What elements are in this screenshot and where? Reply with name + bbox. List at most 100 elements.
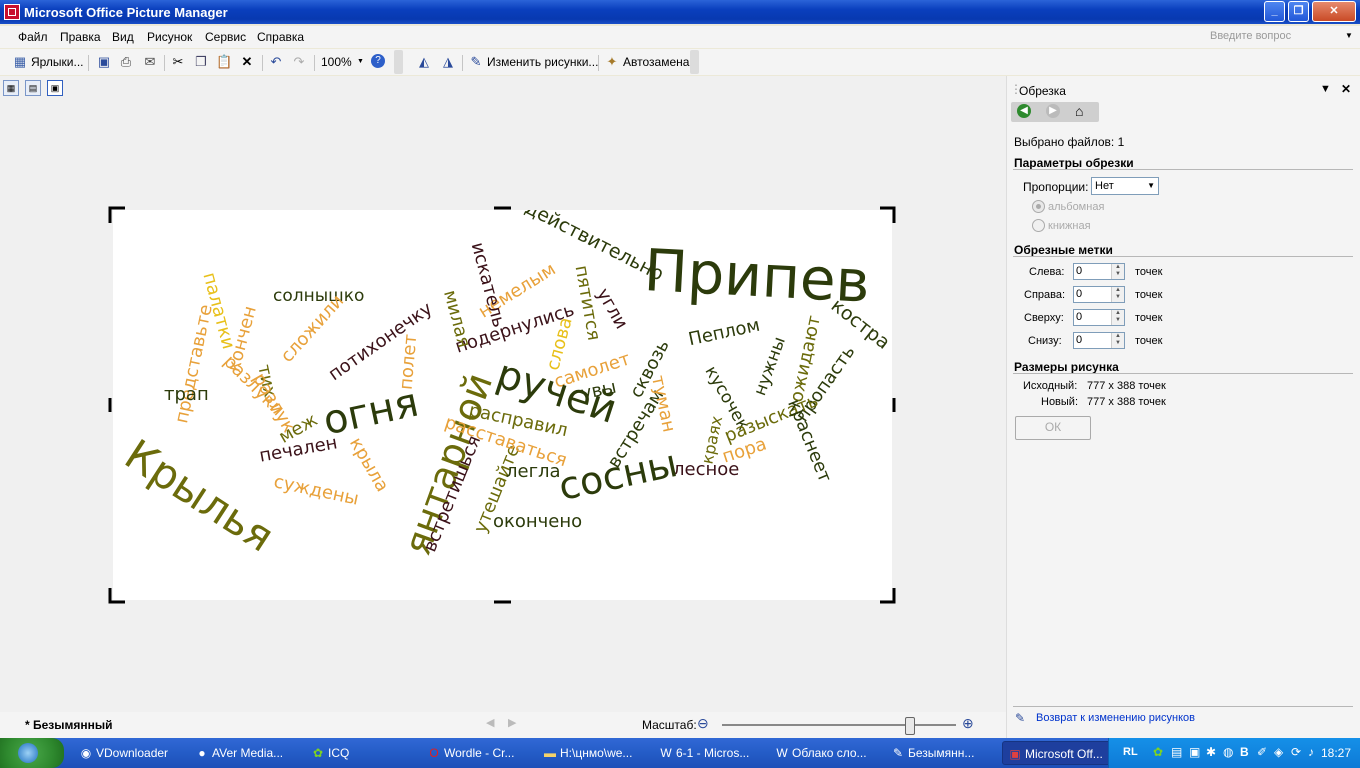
proportions-label: Пропорции: bbox=[1023, 180, 1089, 194]
menu-file[interactable]: Файл bbox=[18, 30, 48, 44]
word-icon: W bbox=[660, 746, 672, 760]
shortcuts-button[interactable]: Ярлыки... bbox=[31, 55, 84, 73]
taskbar-icq[interactable]: ✿ ICQ bbox=[306, 741, 418, 765]
taskbar-folder[interactable]: ▬ H:\цнмо\we... bbox=[538, 741, 650, 765]
menu-edit[interactable]: Правка bbox=[60, 30, 101, 44]
rotate-right-icon[interactable]: ◮ bbox=[440, 54, 456, 70]
bluetooth-icon[interactable]: ✱ bbox=[1206, 745, 1216, 759]
monitor-icon[interactable]: ▣ bbox=[1189, 745, 1200, 759]
right-input[interactable]: 0 ▲ ▼ bbox=[1073, 286, 1125, 303]
task-pane-menu-icon[interactable]: ▼ bbox=[1320, 83, 1331, 95]
zoom-select[interactable]: 100% bbox=[321, 55, 352, 73]
thumbnail-view-icon[interactable]: ▦ bbox=[3, 80, 19, 96]
ok-button[interactable]: ОК bbox=[1015, 416, 1091, 440]
cut-icon[interactable]: ✂ bbox=[170, 54, 186, 70]
menu-tools[interactable]: Сервис bbox=[205, 30, 246, 44]
rotate-left-icon[interactable]: ◭ bbox=[416, 54, 432, 70]
prev-arrow-icon[interactable]: ◀ bbox=[486, 716, 494, 729]
back-icon[interactable]: ◀ bbox=[1017, 104, 1031, 118]
next-arrow-icon[interactable]: ▶ bbox=[508, 716, 516, 729]
volume-icon[interactable]: ♪ bbox=[1308, 745, 1314, 759]
print-icon[interactable]: ⎙ bbox=[118, 54, 134, 70]
left-input[interactable]: 0 ▲ ▼ bbox=[1073, 263, 1125, 280]
crop-handle-top-left bbox=[108, 206, 125, 223]
sync-icon[interactable]: ⟳ bbox=[1291, 745, 1301, 759]
left-unit: точек bbox=[1135, 266, 1163, 278]
help-dropdown-icon[interactable]: ▼ bbox=[1345, 31, 1353, 40]
taskbar-picture-manager[interactable]: ▣ Microsoft Off... bbox=[1002, 741, 1114, 765]
proportions-select[interactable]: Нет ▼ bbox=[1091, 177, 1159, 195]
landscape-radio[interactable] bbox=[1032, 200, 1045, 213]
taskbar-vdownloader[interactable]: ◉ VDownloader bbox=[74, 741, 186, 765]
delete-icon[interactable]: ✕ bbox=[239, 54, 255, 70]
menu-picture[interactable]: Рисунок bbox=[147, 30, 192, 44]
taskbar-word-cloud[interactable]: W Облако сло... bbox=[770, 741, 882, 765]
icq-tray-icon[interactable]: ✿ bbox=[1153, 745, 1163, 759]
forward-icon[interactable]: ▶ bbox=[1046, 104, 1060, 118]
bottom-input[interactable]: 0 ▲ ▼ bbox=[1073, 332, 1125, 349]
taskbar-word[interactable]: W 6-1 - Micros... bbox=[654, 741, 766, 765]
menu-help[interactable]: Справка bbox=[257, 30, 304, 44]
minimize-button[interactable]: _ bbox=[1264, 1, 1285, 22]
edit-pictures-button[interactable]: Изменить рисунки... bbox=[487, 55, 598, 73]
top-input[interactable]: 0 ▲ ▼ bbox=[1073, 309, 1125, 326]
right-label: Справа: bbox=[1024, 289, 1066, 301]
top-unit: точек bbox=[1135, 312, 1163, 324]
taskbar-aver-media[interactable]: ● AVer Media... bbox=[190, 741, 302, 765]
zoom-out-icon[interactable]: ⊖ bbox=[697, 715, 709, 732]
zoom-slider-track[interactable] bbox=[722, 724, 956, 726]
network-icon[interactable]: ▤ bbox=[1171, 745, 1182, 759]
bottom-label: Снизу: bbox=[1028, 335, 1062, 347]
landscape-label: альбомная bbox=[1048, 201, 1105, 213]
single-picture-view-icon[interactable]: ▣ bbox=[47, 80, 63, 96]
redo-icon[interactable]: ↷ bbox=[291, 54, 307, 70]
new-size-value: 777 x 388 точек bbox=[1087, 396, 1166, 408]
zoom-dropdown-icon[interactable]: ▼ bbox=[357, 58, 364, 65]
save-icon[interactable]: ▣ bbox=[96, 54, 112, 70]
autocorrect-button[interactable]: Автозамена bbox=[623, 55, 689, 73]
portrait-radio[interactable] bbox=[1032, 219, 1045, 232]
taskbar-paint[interactable]: ✎ Безымянн... bbox=[886, 741, 998, 765]
restore-button[interactable]: ❐ bbox=[1288, 1, 1309, 22]
sizes-heading: Размеры рисунка bbox=[1014, 360, 1119, 374]
brush-icon[interactable]: ✐ bbox=[1257, 745, 1267, 759]
window-title: Microsoft Office Picture Manager bbox=[24, 5, 228, 20]
app-icon bbox=[4, 4, 20, 20]
word-doc-icon: W bbox=[776, 746, 788, 760]
file-name: * Безымянный bbox=[25, 718, 113, 732]
globe-icon[interactable]: ◍ bbox=[1223, 745, 1233, 759]
email-icon[interactable]: ✉ bbox=[142, 54, 158, 70]
crop-handle-top-right bbox=[880, 206, 896, 223]
zoom-slider-thumb[interactable] bbox=[905, 717, 916, 735]
language-indicator[interactable]: RL bbox=[1123, 746, 1138, 758]
status-bar: * Безымянный ◀ ▶ Масштаб: ⊖ ⊕ bbox=[0, 712, 1006, 738]
folder-icon: ▬ bbox=[544, 746, 556, 760]
zoom-label: Масштаб: bbox=[642, 718, 697, 732]
back-to-edit-link[interactable]: Возврат к изменению рисунков bbox=[1036, 712, 1195, 724]
picture-manager-icon: ▣ bbox=[1009, 747, 1021, 761]
toolbar: ▦ Ярлыки... ▣ ⎙ ✉ ✂ ❐ 📋 ✕ ↶ ↷ 100% ▼ ? ◭… bbox=[0, 49, 1360, 75]
copy-icon[interactable]: ❐ bbox=[193, 54, 209, 70]
close-button[interactable]: ✕ bbox=[1312, 1, 1356, 22]
filmstrip-view-icon[interactable]: ▤ bbox=[25, 80, 41, 96]
start-button[interactable] bbox=[0, 738, 64, 768]
undo-icon[interactable]: ↶ bbox=[268, 54, 284, 70]
help-search-input[interactable]: Введите вопрос bbox=[1210, 30, 1350, 42]
help-icon[interactable]: ? bbox=[371, 54, 385, 68]
task-pane-close-icon[interactable]: ✕ bbox=[1341, 82, 1351, 96]
crop-handle-bottom-left bbox=[108, 588, 125, 604]
menu-view[interactable]: Вид bbox=[112, 30, 134, 44]
zoom-in-icon[interactable]: ⊕ bbox=[962, 715, 974, 732]
paint-icon: ✎ bbox=[892, 746, 904, 760]
clock: 18:27 bbox=[1321, 746, 1352, 760]
crop-task-pane: ⋮ Обрезка ▼ ✕ ◀ ▶ ⌂ Выбрано файлов: 1 Па… bbox=[1006, 76, 1360, 738]
picture-canvas: Припев действительно костра Пеплом ожидают пр… bbox=[0, 100, 1006, 712]
view-mode-bar: ▦ ▤ ▣ bbox=[0, 76, 1006, 100]
icq-icon: ✿ bbox=[312, 746, 324, 760]
vk-icon[interactable]: B bbox=[1240, 745, 1249, 759]
crop-handles[interactable] bbox=[0, 100, 1006, 712]
home-icon[interactable]: ⌂ bbox=[1075, 103, 1083, 119]
shield-icon[interactable]: ◈ bbox=[1274, 745, 1283, 759]
taskbar-wordle[interactable]: O Wordle - Cr... bbox=[422, 741, 534, 765]
paste-icon[interactable]: 📋 bbox=[216, 54, 232, 70]
